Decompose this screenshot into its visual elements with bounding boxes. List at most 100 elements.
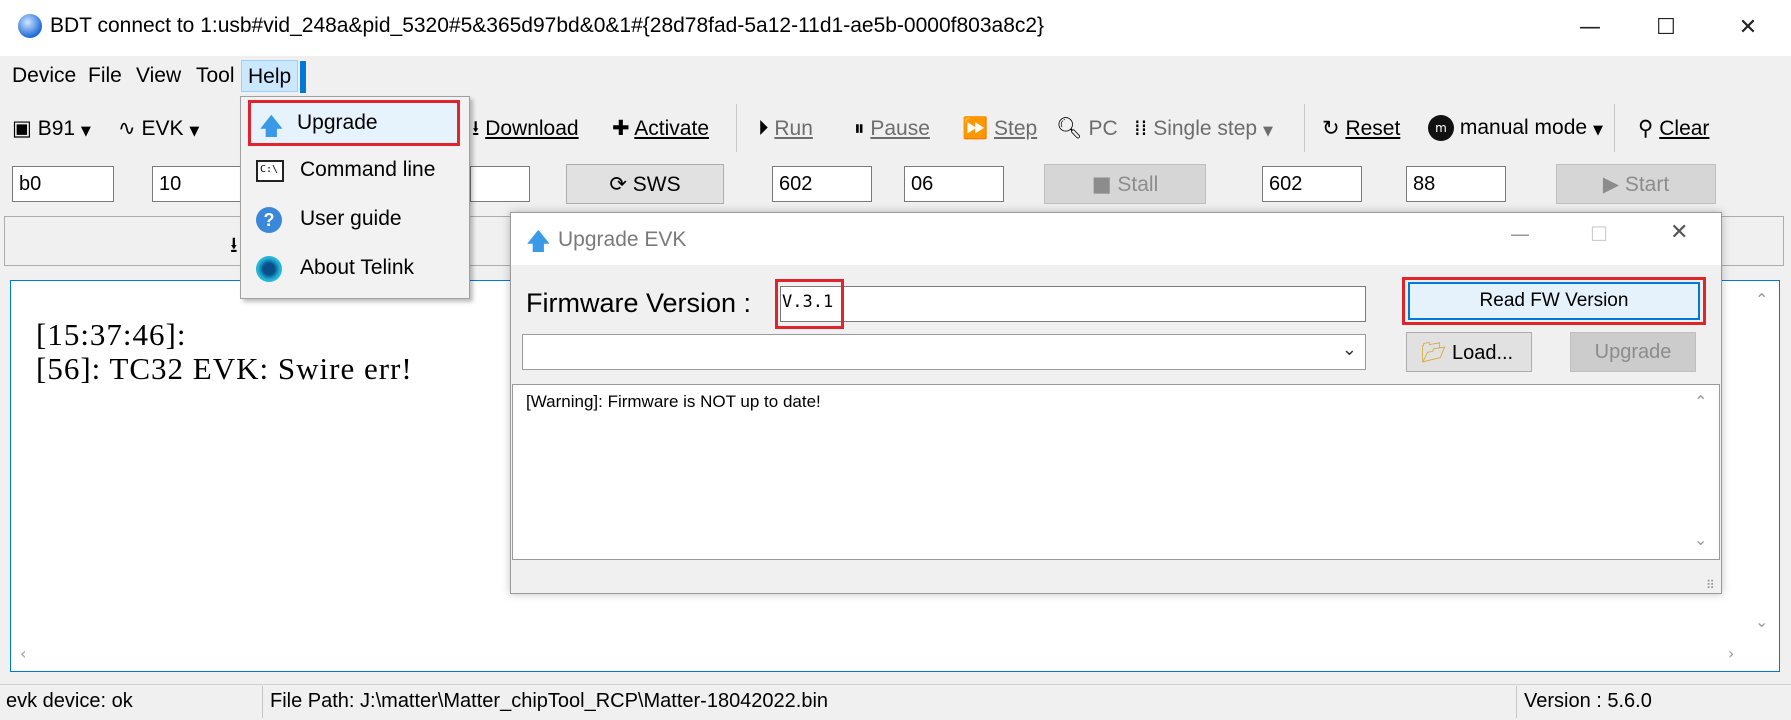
toolbar-separator — [1304, 104, 1305, 152]
step-icon: ⏩ — [962, 116, 989, 140]
mode-select[interactable]: m manual mode ▼ — [1428, 110, 1603, 146]
dialog-maximize-button[interactable]: ☐ — [1590, 222, 1608, 246]
status-file-path: File Path: J:\matter\Matter_chipTool_RCP… — [270, 690, 829, 712]
pc-button[interactable]: 🔍︎ PC — [1056, 110, 1118, 146]
command-line-icon: C:\ — [256, 160, 284, 182]
activate-button[interactable]: ✚ Activate — [612, 110, 709, 146]
upgrade-button[interactable]: Upgrade — [1570, 332, 1696, 372]
scroll-up-arrow[interactable]: ⌃ — [1755, 290, 1768, 309]
address-field-5[interactable]: 602 — [1262, 166, 1362, 202]
scroll-down-arrow[interactable]: ⌄ — [1755, 612, 1768, 631]
reset-label: Reset — [1345, 117, 1401, 140]
reset-button[interactable]: ↻ Reset — [1322, 110, 1400, 146]
menu-device[interactable]: Device — [6, 60, 82, 92]
firmware-version-field[interactable] — [780, 286, 1366, 322]
chevron-down-icon: ▼ — [80, 124, 91, 139]
pause-label: Pause — [870, 117, 930, 140]
address-field-2[interactable]: 10 — [152, 166, 254, 202]
scroll-up-arrow[interactable]: ⌃ — [1694, 392, 1707, 411]
app-icon — [18, 14, 42, 38]
menu-item-label: Command line — [300, 158, 436, 181]
status-device: evk device: ok — [6, 690, 133, 712]
download-icon: ⭳ — [472, 116, 480, 140]
activate-label: Activate — [634, 117, 709, 140]
stall-label: Stall — [1117, 173, 1159, 196]
toolbar-separator — [736, 104, 737, 152]
dialog-close-button[interactable]: ✕ — [1670, 220, 1688, 245]
menu-help[interactable]: Help — [241, 60, 299, 92]
sync-icon: ⟳ — [609, 172, 627, 196]
load-button[interactable]: 📂︎ Load... — [1406, 332, 1532, 372]
menu-item-about[interactable]: About Telink — [244, 248, 464, 292]
window-title: BDT connect to 1:usb#vid_248a&pid_5320#5… — [50, 14, 1045, 37]
menu-file[interactable]: File — [82, 60, 128, 92]
broom-icon: ⚲ — [1638, 116, 1654, 140]
clear-button[interactable]: ⚲ Clear — [1638, 110, 1709, 146]
status-version: Version : 5.6.0 — [1524, 690, 1652, 712]
play-icon: ▶ — [1602, 172, 1619, 196]
scroll-right-arrow[interactable]: › — [1728, 644, 1734, 663]
reset-icon: ↻ — [1322, 116, 1340, 140]
firmware-version-label: Firmware Version : — [526, 288, 752, 318]
resize-grip-icon[interactable]: ⠿ — [1706, 578, 1715, 592]
magnifier-icon: 🔍︎ — [1056, 116, 1083, 140]
chip-label: B91 — [37, 117, 76, 140]
menu-item-command-line[interactable]: C:\ Command line — [244, 150, 464, 194]
address-field-4[interactable]: 06 — [904, 166, 1004, 202]
pause-icon: ⏸ — [854, 116, 865, 140]
help-icon: ? — [256, 207, 282, 233]
telink-icon — [256, 256, 282, 282]
address-field-6[interactable]: 88 — [1406, 166, 1506, 202]
chevron-down-icon: ▼ — [189, 124, 200, 139]
menu-item-label: User guide — [300, 207, 402, 230]
minimize-button[interactable]: — — [1560, 8, 1620, 48]
console-line-2: [56]: TC32 EVK: Swire err! — [36, 351, 413, 386]
menu-item-user-guide[interactable]: ? User guide — [244, 199, 464, 243]
single-step-button[interactable]: ⁞⁞ Single step ▼ — [1134, 110, 1273, 146]
scroll-down-arrow[interactable]: ⌄ — [1694, 530, 1707, 549]
pause-button[interactable]: ⏸ Pause — [854, 110, 930, 146]
mode-label: manual mode — [1459, 116, 1588, 139]
load-label: Load... — [1451, 342, 1514, 364]
firmware-file-select[interactable]: ⌄ — [522, 334, 1366, 370]
stop-icon: ■ — [1091, 172, 1112, 196]
chevron-down-icon: ⌄ — [1341, 339, 1357, 360]
download-button[interactable]: ⭳ Download — [472, 110, 579, 146]
evk-select[interactable]: ∿ EVK ▼ — [118, 110, 199, 146]
statusbar — [0, 684, 1791, 720]
folder-open-icon: 📂︎ — [1421, 340, 1447, 364]
status-separator — [1516, 686, 1517, 718]
upgrade-arrow-icon: 🡅 — [259, 112, 284, 140]
address-field-hidden[interactable] — [470, 166, 530, 202]
close-button[interactable]: ✕ — [1718, 8, 1778, 48]
scroll-left-arrow[interactable]: ‹ — [20, 644, 26, 663]
upgrade-arrow-icon: 🡅 — [526, 227, 551, 255]
sws-button[interactable]: ⟳ SWS — [566, 164, 724, 204]
pc-label: PC — [1088, 117, 1118, 140]
dialog-titlebar — [511, 213, 1721, 265]
menu-item-upgrade[interactable]: 🡅 Upgrade — [248, 100, 460, 146]
download-label: Download — [485, 117, 579, 140]
step-button[interactable]: ⏩ Step — [962, 110, 1037, 146]
menu-tool[interactable]: Tool — [190, 60, 241, 92]
stall-button[interactable]: ■ Stall — [1044, 164, 1206, 204]
menu-item-label: About Telink — [300, 256, 415, 279]
chip-select[interactable]: ▣ B91 ▼ — [12, 110, 91, 146]
start-button[interactable]: ▶ Start — [1556, 164, 1716, 204]
step-label: Step — [994, 117, 1038, 140]
dialog-minimize-button[interactable]: — — [1510, 222, 1530, 246]
start-label: Start — [1624, 173, 1670, 196]
upgrade-log-text: [Warning]: Firmware is NOT up to date! — [526, 392, 821, 411]
address-field-3[interactable]: 602 — [772, 166, 872, 202]
address-field-1[interactable]: b0 — [12, 166, 114, 202]
download-icon[interactable]: ⭳ — [230, 228, 238, 266]
single-step-label: Single step — [1153, 117, 1258, 140]
run-icon: ⏵ — [758, 116, 769, 140]
maximize-button[interactable]: ☐ — [1636, 8, 1696, 48]
menu-view[interactable]: View — [130, 60, 187, 92]
chip-icon: ▣ — [12, 116, 32, 140]
read-fw-version-button[interactable]: Read FW Version — [1408, 282, 1700, 320]
menu-focus-marker — [300, 61, 306, 93]
console-line-1: [15:37:46]: — [36, 317, 187, 352]
run-button[interactable]: ⏵ Run — [758, 110, 813, 146]
